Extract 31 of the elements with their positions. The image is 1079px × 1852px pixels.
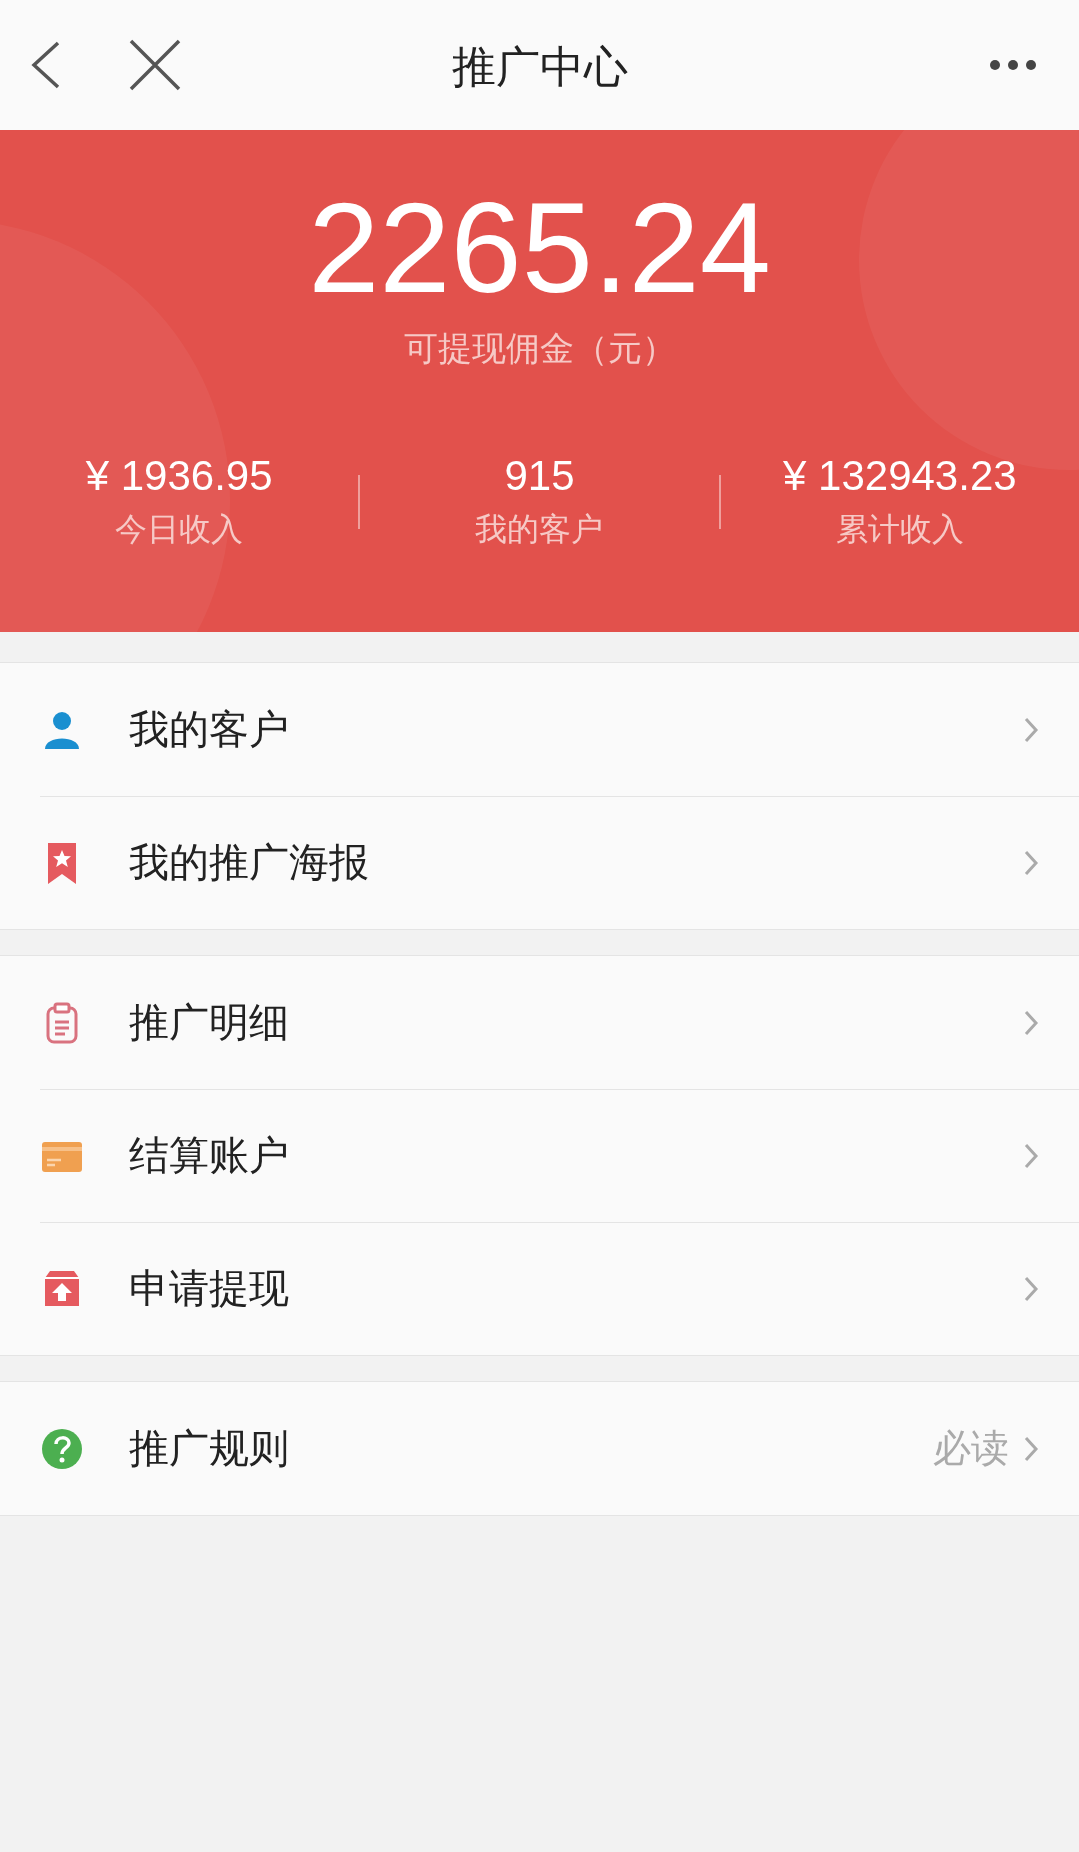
stat-value: ¥ 1936.95 [85, 452, 273, 500]
stat-label: 累计收入 [835, 509, 964, 550]
chevron-icon [1023, 1274, 1039, 1303]
menu-item[interactable]: 推广明细 [0, 956, 1079, 1089]
page-title: 推广中心 [450, 40, 629, 94]
menu-item[interactable]: 申请提现 [0, 1222, 1079, 1355]
chevron-icon [1023, 1008, 1039, 1037]
menu-item[interactable]: 我的客户 [0, 663, 1079, 796]
chevron-icon [1023, 1141, 1039, 1170]
close-icon[interactable] [128, 38, 182, 92]
menu-label: 我的客户 [129, 705, 289, 754]
stat-label: 今日收入 [115, 509, 244, 550]
chevron-icon [1023, 848, 1039, 877]
stat-value: 915 [504, 452, 575, 500]
menu-item[interactable]: 结算账户 [0, 1089, 1079, 1222]
commission-amount: 2265.24 [308, 178, 771, 318]
menu-label: 我的推广海报 [129, 838, 369, 887]
amount-label: 可提现佣金（元） [403, 327, 676, 370]
stat-value: ¥ 132943.23 [783, 452, 1017, 500]
chevron-icon [1023, 1434, 1039, 1463]
hint-text: 必读 [933, 1425, 1009, 1472]
chevron-icon [1023, 715, 1039, 744]
menu-label: 申请提现 [129, 1264, 289, 1313]
menu-label: 推广规则 [129, 1424, 289, 1473]
menu-label: 结算账户 [129, 1131, 289, 1180]
help-icon [41, 1427, 83, 1470]
more-icon[interactable] [989, 59, 1037, 71]
menu-item[interactable]: 推广规则 必读 [0, 1382, 1079, 1515]
menu-item[interactable]: 我的推广海报 [0, 796, 1079, 929]
stat-label: 我的客户 [475, 509, 604, 550]
menu-label: 推广明细 [129, 998, 289, 1047]
